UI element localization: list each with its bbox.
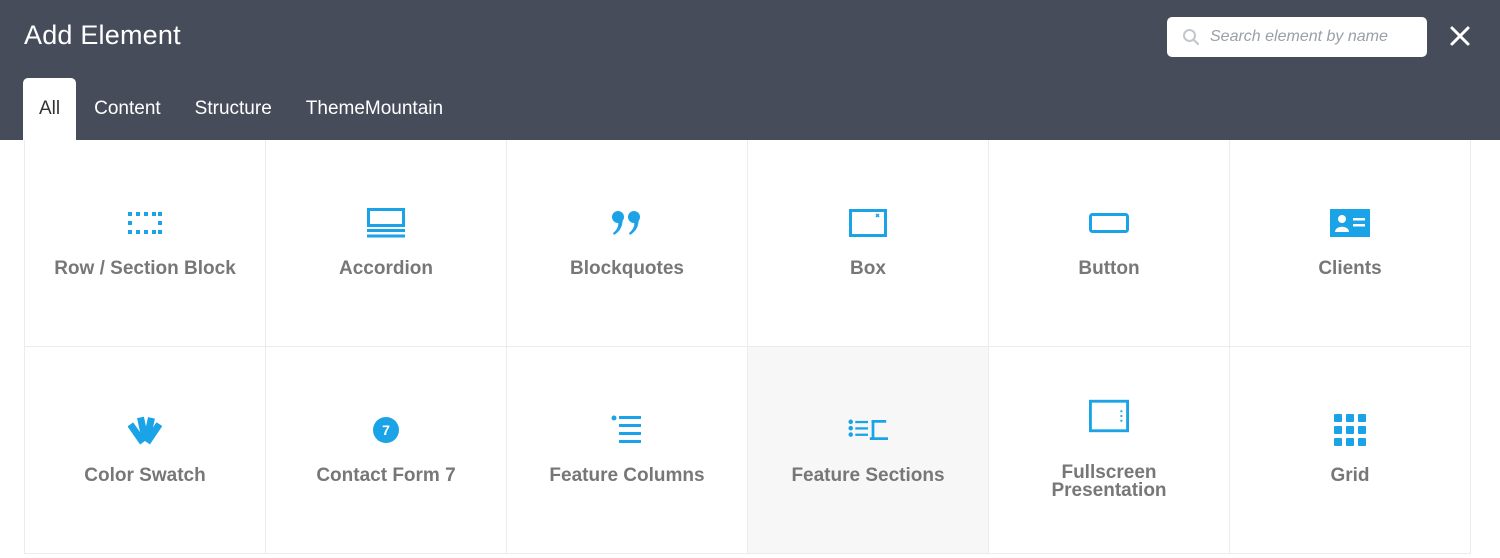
element-tile-contact-form-7[interactable]: 7 Contact Form 7 [266, 347, 507, 554]
modal-title: Add Element [24, 20, 181, 50]
element-tile-box[interactable]: Box [748, 140, 989, 347]
element-tile-clients[interactable]: Clients [1230, 140, 1471, 347]
element-label: Color Swatch [84, 465, 206, 486]
id-card-icon [1330, 209, 1370, 237]
search-box[interactable] [1167, 17, 1427, 57]
swatch-fan-icon [128, 416, 162, 445]
element-tile-blockquotes[interactable]: Blockquotes [507, 140, 748, 347]
tab-all[interactable]: All [23, 78, 77, 140]
list-icon [611, 415, 641, 443]
tab-structure[interactable]: Structure [179, 78, 288, 140]
presentation-icon [1089, 399, 1129, 433]
modal-header: Add Element All Content Structure ThemeM… [0, 0, 1500, 140]
quote-icon [612, 211, 640, 235]
element-label: Grid [1330, 465, 1370, 486]
element-tile-feature-columns[interactable]: Feature Columns [507, 347, 748, 554]
element-label: Row / Section Block [54, 258, 236, 279]
row-dots-icon [128, 212, 162, 234]
element-tile-fullscreen-presentation[interactable]: Fullscreen Presentation [989, 347, 1230, 554]
category-tabs: All Content Structure ThemeMountain [23, 78, 461, 140]
search-icon [1183, 29, 1200, 46]
element-tile-accordion[interactable]: Accordion [266, 140, 507, 347]
badge-seven-icon: 7 [373, 417, 399, 443]
element-tile-row-section-block[interactable]: Row / Section Block [25, 140, 266, 347]
element-label: Feature Sections [791, 465, 945, 486]
list-laptop-icon [848, 419, 888, 440]
element-label: Blockquotes [569, 258, 685, 279]
tab-thememountain[interactable]: ThemeMountain [290, 78, 459, 140]
element-label: Clients [1318, 258, 1382, 279]
element-label: Feature Columns [549, 465, 705, 486]
close-icon [1450, 26, 1470, 46]
element-label: Fullscreen Presentation [1051, 462, 1167, 501]
element-tile-grid[interactable]: Grid [1230, 347, 1471, 554]
accordion-icon [367, 208, 405, 238]
element-label: Box [850, 258, 886, 279]
element-tile-color-swatch[interactable]: Color Swatch [25, 347, 266, 554]
element-tile-feature-sections[interactable]: Feature Sections [748, 347, 989, 554]
element-label: Accordion [339, 258, 433, 279]
badge-seven-text: 7 [382, 422, 390, 438]
element-label: Contact Form 7 [316, 465, 456, 486]
element-grid: Row / Section Block Accordion Blockquote… [24, 140, 1471, 554]
element-label: Button [1078, 258, 1140, 279]
grid-icon [1334, 414, 1366, 446]
box-icon [849, 209, 887, 237]
search-input[interactable] [1208, 27, 1412, 47]
button-icon [1089, 213, 1129, 233]
element-tile-button[interactable]: Button [989, 140, 1230, 347]
close-button[interactable] [1448, 24, 1472, 48]
tab-content[interactable]: Content [78, 78, 177, 140]
